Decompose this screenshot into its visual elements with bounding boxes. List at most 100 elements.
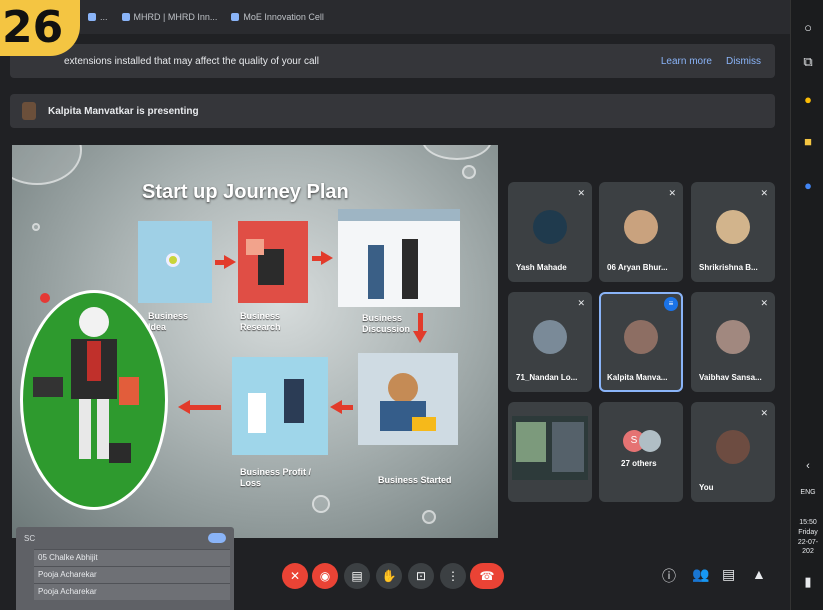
arrow-left (189, 405, 221, 410)
people-icon[interactable]: 👥 (692, 566, 709, 583)
step-label: Business Idea (148, 311, 189, 332)
participant-tile-screen[interactable] (508, 402, 592, 502)
others-tile[interactable]: S 27 others (599, 402, 683, 502)
chrome-icon[interactable]: ● (800, 92, 816, 108)
avatar (716, 430, 750, 464)
arrow-right-head (224, 255, 236, 269)
screen-thumbnail (512, 416, 588, 480)
character-leg (97, 399, 109, 459)
discussion-person (368, 245, 384, 299)
mic-off-icon: ✕ (577, 298, 585, 308)
started-person (388, 373, 418, 403)
bookmark-item[interactable]: MHRD | MHRD Inn... (121, 12, 217, 22)
list-item[interactable]: Pooja Acharekar (34, 566, 230, 583)
participant-tile[interactable]: ✕ 06 Aryan Bhur... (599, 182, 683, 282)
meeting-details-icon[interactable]: ⓘ (662, 566, 676, 586)
dismiss-button[interactable]: Dismiss (726, 56, 761, 67)
tray-expand-icon[interactable]: ‹ (800, 458, 816, 474)
arrow-left (341, 405, 353, 410)
decor-bubble (12, 145, 82, 185)
discussion-person (402, 239, 418, 299)
participant-name: Vaibhav Sansa... (699, 373, 762, 382)
presenter-avatar (22, 102, 36, 120)
list-panel-title: SC (24, 533, 36, 543)
thumb-slide (516, 422, 546, 462)
clock-time[interactable]: 15:50 (793, 518, 823, 527)
list-item[interactable]: 05 Chalke Abhijit (34, 549, 230, 566)
participant-tile[interactable]: ✕ Vaibhav Sansa... (691, 292, 775, 392)
present-button[interactable]: ⊡ (408, 563, 434, 589)
discussion-ceiling (338, 209, 460, 221)
toggle-icon[interactable] (208, 533, 226, 543)
avatar (624, 320, 658, 354)
participant-tile[interactable]: ✕ 71_Nandan Lo... (508, 292, 592, 392)
bookmarks-bar: ... MHRD | MHRD Inn... MoE Innovation Ce… (0, 0, 790, 34)
clock-day: Friday (798, 529, 818, 536)
extensions-notice-bar: extensions installed that may affect the… (10, 44, 775, 78)
decor-bubble (32, 223, 40, 231)
mic-off-icon: ✕ (760, 188, 768, 198)
more-options-button[interactable]: ⋮ (440, 563, 466, 589)
chat-icon[interactable]: ▤ (722, 566, 735, 583)
mic-off-icon: ✕ (577, 188, 585, 198)
self-tile[interactable]: ✕ You (691, 402, 775, 502)
avatar (624, 210, 658, 244)
participant-list-panel: SC 05 Chalke Abhijit Pooja Acharekar Poo… (16, 527, 234, 610)
mic-off-icon: ✕ (668, 188, 676, 198)
search-icon[interactable]: ○ (800, 20, 816, 36)
arrow-down (418, 313, 423, 333)
arrow-down-head (413, 331, 427, 343)
camera-toggle-button[interactable]: ◉ (312, 563, 338, 589)
avatar (639, 430, 661, 452)
mic-off-icon: ✕ (760, 298, 768, 308)
list-item[interactable]: Pooja Acharekar (34, 583, 230, 600)
participant-name: 71_Nandan Lo... (516, 373, 578, 382)
participant-name: Shrikrishna B... (699, 263, 758, 272)
arrow-right-head (321, 251, 333, 265)
thumb-grid (552, 422, 584, 472)
presenter-text: Kalpita Manvatkar is presenting (48, 105, 199, 117)
learn-more-link[interactable]: Learn more (661, 56, 712, 67)
participant-tile[interactable]: ✕ Yash Mahade (508, 182, 592, 282)
mic-toggle-button[interactable]: ✕ (282, 563, 308, 589)
business-started-image (358, 353, 458, 445)
profit-person (284, 379, 304, 423)
idea-bulb-icon (166, 253, 180, 267)
bookmark-item[interactable]: MoE Innovation Cell (231, 12, 324, 22)
avatar (716, 320, 750, 354)
task-view-icon[interactable]: ⧉ (800, 54, 816, 70)
participant-tile[interactable]: ✕ Shrikrishna B... (691, 182, 775, 282)
character-briefcase (109, 443, 131, 463)
participant-name: Kalpita Manva... (607, 373, 668, 382)
business-profit-image (232, 357, 328, 455)
raise-hand-button[interactable]: ✋ (376, 563, 402, 589)
profit-person (248, 393, 266, 433)
warning-light-icon (40, 293, 50, 303)
chrome-active-icon[interactable]: ● (800, 178, 816, 194)
bookmark-item[interactable]: ... (88, 12, 108, 22)
step-label: Business Discussion (362, 313, 411, 334)
slide-title: Start up Journey Plan (142, 181, 349, 203)
leave-call-button[interactable]: ☎ (470, 563, 504, 589)
bookmark-icon (231, 13, 240, 21)
captions-button[interactable]: ▤ (344, 563, 370, 589)
mic-off-icon: ✕ (760, 408, 768, 418)
others-count: 27 others (621, 459, 657, 468)
business-idea-image (138, 221, 212, 303)
character-leg (79, 399, 91, 459)
file-explorer-icon[interactable]: ■ (800, 134, 816, 150)
overlay-number-badge: 26 (0, 0, 80, 56)
windows-taskbar: ○ ⧉ ● ■ ● ‹ ENG 15:50 Friday 22-07-202 ▮ (790, 0, 823, 610)
notification-icon[interactable]: ▮ (800, 574, 816, 590)
decor-bubble (312, 495, 330, 513)
shared-slide: Start up Journey Plan Business Idea Busi… (12, 145, 498, 538)
language-indicator[interactable]: ENG (793, 488, 823, 497)
businessman-illustration (20, 290, 168, 510)
clock-date: 22-07-202 (797, 539, 819, 555)
participant-name: You (699, 483, 714, 492)
participant-tile-speaking[interactable]: ≡ Kalpita Manva... (599, 292, 683, 392)
business-research-image (238, 221, 308, 303)
activities-icon[interactable]: ▲ (752, 566, 766, 582)
research-board (246, 239, 264, 255)
step-label: Business Started (378, 475, 452, 485)
